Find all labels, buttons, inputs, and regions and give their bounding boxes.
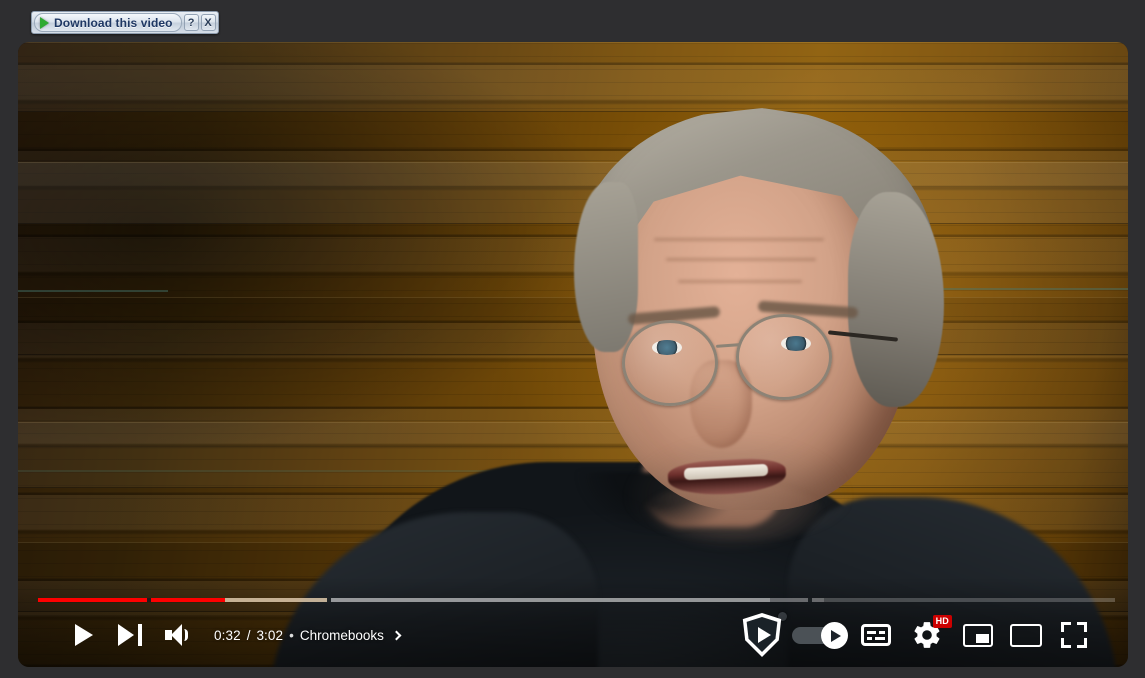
download-helper-bar: Download this video ? X	[31, 11, 219, 34]
play-triangle-icon	[40, 16, 49, 29]
hd-badge: HD	[932, 615, 952, 628]
fullscreen-button[interactable]	[1050, 611, 1098, 659]
chapter-marker	[326, 598, 331, 602]
subtitles-cc-icon	[861, 624, 891, 646]
autoplay-toggle-icon	[792, 622, 848, 649]
volume-icon	[165, 624, 191, 646]
miniplayer-button[interactable]	[954, 611, 1002, 659]
help-button[interactable]: ?	[183, 14, 199, 31]
fullscreen-icon	[1061, 622, 1087, 648]
chapter-marker	[808, 598, 813, 602]
progress-loaded-secondary	[770, 598, 825, 602]
forehead-wrinkle	[666, 258, 816, 261]
mute-button[interactable]	[154, 611, 202, 659]
theater-mode-icon	[1010, 623, 1042, 647]
video-player[interactable]: 0:32 / 3:02 • Chromebooks HD	[18, 42, 1128, 667]
hair-right-side	[848, 192, 944, 407]
next-track-icon	[118, 624, 142, 646]
settings-button[interactable]: HD	[900, 611, 954, 659]
eyeglass-lens-left	[622, 320, 718, 406]
separator-dot: •	[289, 627, 294, 643]
miniplayer-icon	[963, 623, 993, 647]
page-root: Download this video ? X 0:32 / 3:02 • Ch…	[0, 0, 1145, 678]
right-controls: HD	[736, 611, 1128, 659]
control-button-row: 0:32 / 3:02 • Chromebooks HD	[18, 611, 1128, 659]
progress-bar[interactable]	[38, 598, 1115, 602]
current-time: 0:32	[214, 627, 241, 643]
progress-played	[38, 598, 226, 602]
hair-left-side	[574, 182, 638, 352]
gear-icon: HD	[911, 615, 952, 651]
chevron-right-icon[interactable]	[391, 630, 402, 640]
time-and-chapter-display: 0:32 / 3:02 • Chromebooks	[214, 627, 402, 643]
time-slash: /	[246, 627, 251, 643]
forehead-wrinkle	[654, 238, 824, 241]
video-frame	[18, 42, 1128, 667]
play-button[interactable]	[58, 611, 106, 659]
shield-play-icon	[742, 613, 782, 657]
duration: 3:02	[256, 627, 284, 643]
person-subject	[18, 42, 1128, 667]
chapter-title[interactable]: Chromebooks	[300, 628, 384, 643]
forehead-wrinkle	[678, 280, 802, 283]
theater-button[interactable]	[1002, 611, 1050, 659]
chapter-marker	[146, 598, 151, 602]
autoplay-toggle[interactable]	[788, 611, 852, 659]
play-icon	[75, 624, 93, 646]
next-video-button[interactable]	[106, 611, 154, 659]
progress-hover-segment	[225, 598, 327, 602]
close-button[interactable]: X	[200, 14, 216, 31]
subtitles-button[interactable]	[852, 611, 900, 659]
eyeglass-lens-right	[736, 314, 832, 400]
download-this-video-button[interactable]: Download this video	[34, 13, 182, 32]
download-button-label: Download this video	[54, 15, 173, 30]
left-controls: 0:32 / 3:02 • Chromebooks	[18, 611, 402, 659]
shield-play-button[interactable]	[736, 611, 788, 659]
